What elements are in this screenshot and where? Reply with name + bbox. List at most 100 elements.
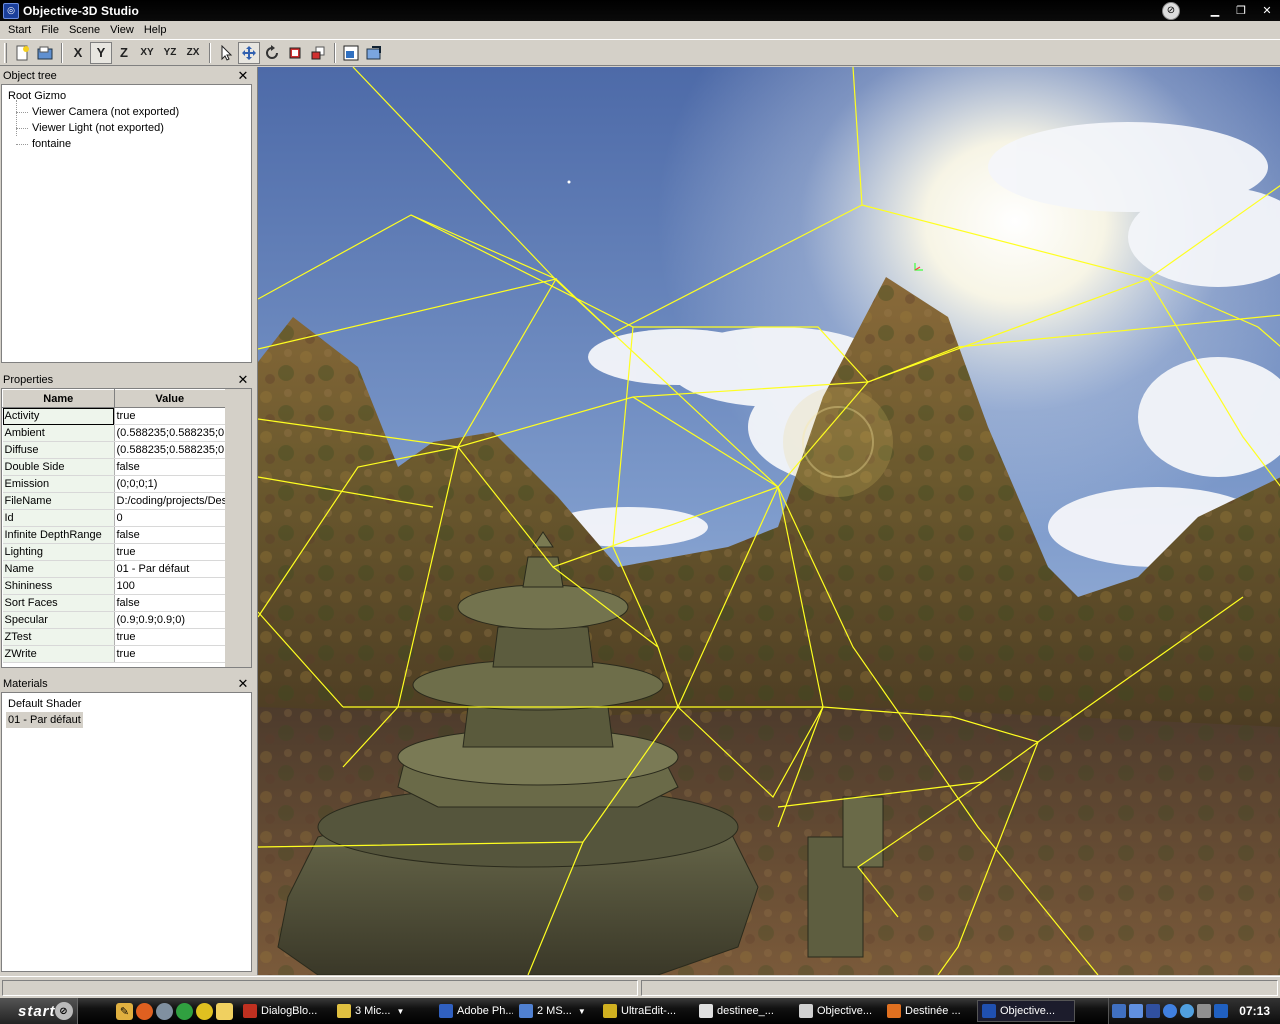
plane-xy-button[interactable]: XY (136, 42, 158, 64)
property-row[interactable]: ZWrite true (2, 645, 226, 663)
taskbar-task-button[interactable]: 2 MS... ▼ (515, 1000, 597, 1022)
render-view-icon[interactable] (340, 42, 362, 64)
column-header-name[interactable]: Name (2, 389, 115, 408)
scale-uniform-icon[interactable] (307, 42, 329, 64)
tray-volume-icon[interactable] (1197, 1004, 1212, 1018)
tray-app-icon[interactable] (1214, 1004, 1229, 1018)
property-row[interactable]: Lighting true (2, 543, 226, 561)
property-name[interactable]: Id (2, 509, 115, 527)
taskbar-task-button[interactable]: 3 Mic... ▼ (333, 1000, 433, 1022)
tray-connection-icon[interactable] (1180, 1004, 1195, 1018)
export-icon[interactable] (363, 42, 385, 64)
property-name[interactable]: Name (2, 560, 115, 578)
menu-start[interactable]: Start (3, 21, 36, 39)
tray-monitor-icon[interactable] (1146, 1004, 1161, 1018)
property-value[interactable]: true (114, 543, 226, 561)
property-value[interactable]: (0.588235;0.588235;0.58 (114, 424, 226, 442)
plane-zx-button[interactable]: ZX (182, 42, 204, 64)
tree-item-viewer-camera[interactable]: Viewer Camera (not exported) (16, 104, 247, 120)
scale-icon[interactable] (284, 42, 306, 64)
property-value[interactable]: false (114, 458, 226, 476)
taskbar-task-button[interactable]: destinee_... (695, 1000, 793, 1022)
restore-icon[interactable]: ❐ (1228, 0, 1254, 21)
axis-y-button[interactable]: Y (90, 41, 112, 64)
property-row[interactable]: Activity true (2, 407, 226, 425)
select-arrow-icon[interactable] (215, 42, 237, 64)
property-row[interactable]: Specular (0.9;0.9;0.9;0) (2, 611, 226, 629)
quicklaunch-firefox-icon[interactable] (136, 1002, 153, 1020)
taskbar-task-button[interactable]: Destinée ... (883, 1000, 975, 1022)
property-value[interactable]: (0.588235;0.588235;0.58 (114, 441, 226, 459)
taskbar-task-button[interactable]: UltraEdit-... (599, 1000, 693, 1022)
menu-view[interactable]: View (105, 21, 139, 39)
open-folder-icon[interactable] (34, 42, 56, 64)
menu-scene[interactable]: Scene (64, 21, 105, 39)
taskbar-task-button[interactable]: Adobe Ph... (435, 1000, 513, 1022)
property-row[interactable]: Id 0 (2, 509, 226, 527)
3d-viewport[interactable] (257, 67, 1280, 975)
property-value[interactable]: 100 (114, 577, 226, 595)
property-value[interactable]: 01 - Par défaut (114, 560, 226, 578)
taskbar-task-button[interactable]: Objective... (977, 1000, 1075, 1022)
tray-display-icon[interactable] (1129, 1004, 1144, 1018)
property-name[interactable]: Sort Faces (2, 594, 115, 612)
quicklaunch-edit-icon[interactable]: ✎ (116, 1002, 133, 1020)
quicklaunch-globe-icon[interactable] (176, 1002, 193, 1020)
quicklaunch-thunderbird-icon[interactable] (156, 1002, 173, 1020)
property-name[interactable]: ZWrite (2, 645, 115, 663)
taskbar-task-button[interactable]: DialogBlo... (239, 1000, 331, 1022)
property-row[interactable]: Sort Faces false (2, 594, 226, 612)
property-name[interactable]: Ambient (2, 424, 115, 442)
property-row[interactable]: Emission (0;0;0;1) (2, 475, 226, 493)
property-name[interactable]: Shininess (2, 577, 115, 595)
property-name[interactable]: Double Side (2, 458, 115, 476)
close-icon[interactable]: ✕ (1254, 0, 1280, 21)
menu-file[interactable]: File (36, 21, 64, 39)
scene-render[interactable] (258, 67, 1280, 975)
property-value[interactable]: false (114, 526, 226, 544)
property-value[interactable]: true (114, 645, 226, 663)
quicklaunch-note-icon[interactable] (216, 1002, 233, 1020)
property-value[interactable]: true (114, 407, 226, 425)
property-value[interactable]: true (114, 628, 226, 646)
new-file-icon[interactable] (11, 42, 33, 64)
property-value[interactable]: 0 (114, 509, 226, 527)
menu-help[interactable]: Help (139, 21, 172, 39)
property-name[interactable]: ZTest (2, 628, 115, 646)
material-item-default-shader[interactable]: Default Shader (6, 696, 83, 712)
toolbar-grip[interactable] (4, 42, 7, 63)
close-icon[interactable]: ✕ (236, 68, 250, 84)
property-row[interactable]: Shininess 100 (2, 577, 226, 595)
column-header-value[interactable]: Value (113, 389, 226, 408)
property-value[interactable]: false (114, 594, 226, 612)
property-row[interactable]: Ambient(0.588235;0.588235;0.58 (2, 424, 226, 442)
start-button[interactable]: start ⊘ (0, 998, 78, 1024)
clock[interactable]: 07:13 (1239, 1004, 1270, 1018)
property-name[interactable]: Diffuse (2, 441, 115, 459)
property-row[interactable]: FileNameD:/coding/projects/Destin (2, 492, 226, 510)
property-name[interactable]: FileName (2, 492, 115, 510)
property-name[interactable]: Activity (2, 407, 115, 425)
property-name[interactable]: Infinite DepthRange (2, 526, 115, 544)
property-row[interactable]: Infinite DepthRange false (2, 526, 226, 544)
property-value[interactable]: (0;0;0;1) (114, 475, 226, 493)
move-icon[interactable] (238, 41, 260, 64)
property-row[interactable]: ZTest true (2, 628, 226, 646)
close-icon[interactable]: ✕ (236, 372, 250, 388)
property-name[interactable]: Specular (2, 611, 115, 629)
rotate-icon[interactable] (261, 42, 283, 64)
tree-item-fontaine[interactable]: fontaine (16, 136, 247, 152)
taskbar-task-button[interactable]: Objective... (795, 1000, 881, 1022)
tray-network-icon[interactable] (1112, 1004, 1127, 1018)
quicklaunch-power-icon[interactable] (196, 1002, 213, 1020)
close-icon[interactable]: ✕ (236, 676, 250, 692)
tree-item-viewer-light[interactable]: Viewer Light (not exported) (16, 120, 247, 136)
axis-x-button[interactable]: X (67, 42, 89, 64)
plane-yz-button[interactable]: YZ (159, 42, 181, 64)
property-row[interactable]: Diffuse(0.588235;0.588235;0.58 (2, 441, 226, 459)
material-item-par-defaut[interactable]: 01 - Par défaut (6, 712, 83, 728)
property-name[interactable]: Emission (2, 475, 115, 493)
axis-z-button[interactable]: Z (113, 42, 135, 64)
property-value[interactable]: (0.9;0.9;0.9;0) (114, 611, 226, 629)
property-name[interactable]: Lighting (2, 543, 115, 561)
